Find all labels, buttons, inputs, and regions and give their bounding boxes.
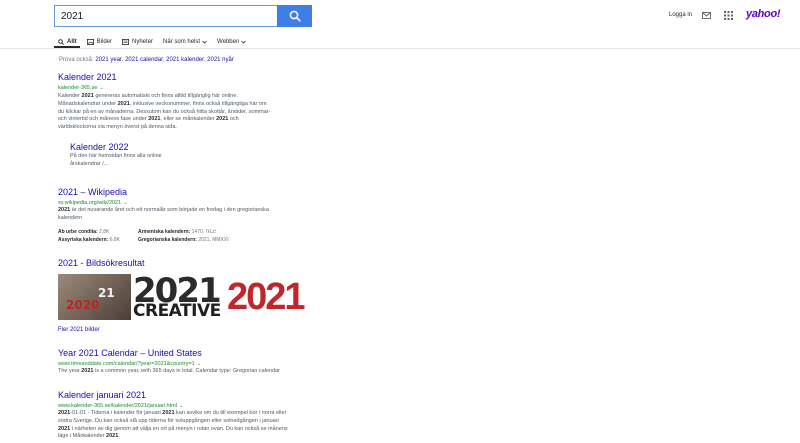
image-icon xyxy=(86,39,94,45)
search-button[interactable] xyxy=(277,5,312,27)
image-text: 2020 xyxy=(66,298,100,312)
result-sublink-title[interactable]: Kalender 2022 xyxy=(70,142,129,152)
result-facts: Armeniska kalendern: 1470, ՌՆԷ Gregorian… xyxy=(138,229,229,243)
result-snippet: 2021-01-01 · Tiderna i kalender för janu… xyxy=(58,410,288,440)
result-snippet: Kalender 2021 genereras automatiskt och … xyxy=(58,93,271,131)
result-url[interactable]: kalender-365.se ⌄ xyxy=(58,85,104,91)
also-try-link[interactable]: 2021 nyår xyxy=(207,57,234,63)
also-try-link[interactable]: 2021 calendar xyxy=(125,57,163,63)
result-url[interactable]: sv.wikipedia.org/wiki/2021 ⌄ xyxy=(58,200,128,206)
result-snippet: 2021 är det nuvarande året och ett norma… xyxy=(58,207,269,221)
yahoo-logo[interactable]: yahoo! xyxy=(746,8,781,20)
tab-label: Nyheter xyxy=(132,39,154,45)
tab-label: Webben xyxy=(217,39,240,45)
result-snippet: The year 2021 is a common year, with 365… xyxy=(58,368,280,374)
image-section-title[interactable]: 2021 - Bildsökresultat xyxy=(58,258,145,268)
also-try-prefix: Prova också: xyxy=(59,57,94,63)
header-divider xyxy=(0,48,800,49)
search-icon xyxy=(58,39,64,45)
chevron-down-icon xyxy=(202,40,207,44)
tab-images[interactable]: Bilder xyxy=(86,36,113,48)
result-facts: Ab urbe condita: 2,8K Assyriska kalender… xyxy=(58,229,120,243)
image-strip: 21 2020 2021 CREATIVE 2021 xyxy=(58,271,307,321)
tab-web[interactable]: Webben xyxy=(217,36,247,48)
tab-bar: Allt Bilder Nyheter När som helst Webben xyxy=(58,36,256,48)
result-title[interactable]: Kalender januari 2021 xyxy=(58,390,146,400)
tab-label: Bilder xyxy=(96,39,113,45)
tab-label: Allt xyxy=(67,39,77,45)
search-input[interactable] xyxy=(55,6,277,27)
result-title[interactable]: Kalender 2021 xyxy=(58,72,117,82)
apps-grid-icon[interactable] xyxy=(724,11,733,20)
result-title[interactable]: 2021 – Wikipedia xyxy=(58,187,127,197)
result-url[interactable]: www.kalender-365.se/kalender/2021/januar… xyxy=(58,403,184,409)
also-try-link[interactable]: 2021 kalender xyxy=(166,57,204,63)
result-url[interactable]: www.timeanddate.com/calendar/?year=2021&… xyxy=(58,361,201,367)
search-icon xyxy=(289,10,301,22)
image-text: 2021 xyxy=(227,276,306,318)
also-try: Prova också: 2021 year, 2021 calendar, 2… xyxy=(59,57,234,63)
tab-anytime[interactable]: När som helst xyxy=(163,36,207,48)
image-text: 21 xyxy=(98,286,115,300)
search-box[interactable] xyxy=(54,5,277,27)
also-try-link[interactable]: 2021 year xyxy=(95,57,121,63)
result-sublink-snippet: På den här hemsidan finns alla online år… xyxy=(70,153,162,167)
more-images-link[interactable]: Fler 2021 bilder xyxy=(58,327,100,333)
image-thumbnail[interactable]: 2021 CREATIVE xyxy=(131,271,227,321)
image-thumbnail[interactable]: 2021 xyxy=(227,274,307,320)
mail-icon[interactable] xyxy=(702,12,711,19)
news-icon xyxy=(122,39,130,45)
image-thumbnail[interactable]: 21 2020 xyxy=(58,274,131,320)
chevron-down-icon xyxy=(241,40,247,44)
login-link[interactable]: Logga in xyxy=(669,12,692,18)
result-title[interactable]: Year 2021 Calendar – United States xyxy=(58,348,202,358)
image-text: CREATIVE xyxy=(133,301,221,321)
tab-label: När som helst xyxy=(163,39,201,45)
tab-news[interactable]: Nyheter xyxy=(122,36,153,48)
